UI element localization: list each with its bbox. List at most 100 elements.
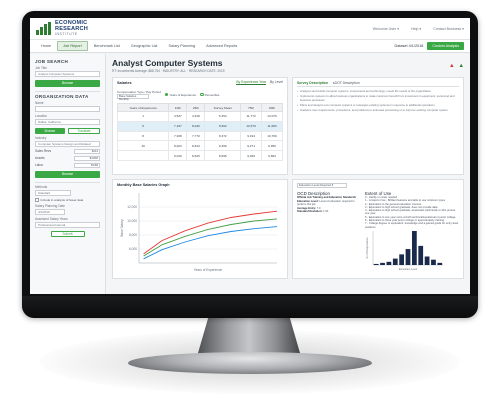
- table-cell: 7,197: [168, 120, 188, 132]
- job-title-label: Job Title: [35, 66, 47, 70]
- hist-x-label: Education Level: [399, 267, 418, 271]
- assets-row: Assets $115M: [35, 156, 100, 161]
- main-nav: Home Job Report Benchmark List Geographi…: [30, 40, 470, 53]
- table-cell: 9,271: [240, 140, 263, 152]
- ocd-line: Standard Deviation: 1.54: [297, 210, 329, 214]
- hist-bar: [437, 262, 443, 265]
- salaries-col-header: Years of Experience: [116, 103, 170, 112]
- submit-button[interactable]: Submit: [50, 231, 85, 237]
- table-row[interactable]: 9,016 8,625 8,695 9,499 9,864: [116, 150, 283, 161]
- assessed-select[interactable]: Professional Interval: [35, 222, 100, 228]
- help-link[interactable]: Help ▾: [411, 27, 421, 31]
- radio-percentiles[interactable]: Percentiles: [200, 93, 219, 97]
- hist-bar: [373, 263, 379, 265]
- assessed-label: Assessed Salary Years: [35, 217, 68, 221]
- comp-type-select[interactable]: Base Salaries · Monthly: [117, 94, 149, 101]
- hist-bar: [386, 261, 392, 265]
- job-browse-button[interactable]: Browse: [35, 80, 100, 87]
- occupation-select[interactable]: Education Level Required ▾: [297, 183, 347, 188]
- job-search-title: JOB SEARCH: [35, 59, 69, 64]
- methods-select[interactable]: Standard: [35, 190, 71, 196]
- description-list: Analyzes and builds computer systems, co…: [297, 89, 459, 112]
- tab-salary-planning[interactable]: Salary Planning: [163, 42, 200, 50]
- sidebar: JOB SEARCH Job Title Analyst Computer Sy…: [30, 54, 106, 294]
- welcome-user-link[interactable]: Welcome User ▾: [373, 27, 399, 31]
- table-cell: 11,772: [240, 111, 263, 122]
- translate-button[interactable]: Translate: [68, 128, 100, 134]
- series-line: [143, 226, 278, 260]
- salaries-col-header: 75th: [240, 103, 263, 112]
- table-cell: 9,950: [261, 140, 283, 152]
- y-axis-label: Base Salary: [120, 219, 124, 237]
- update-browse-button[interactable]: Browse: [35, 171, 100, 178]
- assets-input[interactable]: $115M: [74, 156, 100, 161]
- labor-row: Labor $13M: [35, 163, 100, 168]
- description-panel: Survey Description sDOT Description Anal…: [292, 77, 464, 175]
- monitor-stand-base: [128, 352, 372, 374]
- x-axis-label: Years of Experience: [194, 268, 223, 272]
- hist-bar: [418, 245, 424, 265]
- table-row[interactable]: 10 8,023 8,813 9,309 9,271 9,950: [116, 140, 283, 152]
- sales-input[interactable]: $214: [74, 149, 100, 154]
- dataset-label: Dataset 4/1/2018: [394, 44, 424, 48]
- salary-planning-input[interactable]: 4/1/2019: [35, 209, 65, 215]
- salaries-panel: Salaries By Experience Year By Level Com…: [112, 77, 288, 175]
- hist-bar: [392, 258, 398, 265]
- y-tick-label: 10,000: [127, 219, 137, 223]
- salaries-col-header: 10th: [168, 103, 188, 112]
- education-histogram: % of Respondents Education Level: [365, 230, 443, 271]
- logo[interactable]: ECONOMIC RESEARCH INSTITUTE: [55, 20, 88, 36]
- tab-home[interactable]: Home: [36, 42, 56, 50]
- table-cell: 8,023: [168, 140, 188, 152]
- by-level-toggle[interactable]: By Level: [270, 80, 283, 85]
- table-cell: 9,864: [261, 150, 283, 161]
- y-tick-label: 12,000: [127, 205, 137, 209]
- tab-sdot-description[interactable]: sDOT Description: [333, 81, 360, 85]
- table-cell: 8,962: [204, 120, 242, 132]
- app-header: ECONOMIC RESEARCH INSTITUTE Welcome User…: [30, 18, 470, 40]
- salary-planning-label: Salary Planning Date: [35, 204, 65, 208]
- tab-advanced-reports[interactable]: Advanced Reports: [201, 42, 242, 50]
- page-subtitle: RT: Incumbents Average: $88,754 · INDUST…: [112, 69, 225, 73]
- table-cell: 9,499: [240, 150, 263, 161]
- location-input[interactable]: Dallas, California: [35, 119, 100, 125]
- table-cell: 7,770: [186, 130, 206, 142]
- name-label: Name: [35, 101, 44, 105]
- industry-input[interactable]: Computer Systems Design and Related: [35, 141, 100, 147]
- tab-benchmark-list[interactable]: Benchmark List: [89, 42, 125, 50]
- radio-years[interactable]: Years of Experience: [164, 93, 196, 97]
- salaries-col-header: Survey Mean: [204, 103, 242, 112]
- monitor-photo: ECONOMIC RESEARCH INSTITUTE Welcome User…: [0, 0, 496, 398]
- pdf-export-icon[interactable]: ▲: [449, 63, 454, 70]
- table-cell: 4,537: [168, 111, 188, 122]
- table-cell: 7,938: [168, 130, 188, 142]
- app-screen: ECONOMIC RESEARCH INSTITUTE Welcome User…: [30, 18, 470, 294]
- by-experience-toggle[interactable]: By Experience Year: [236, 80, 266, 85]
- salaries-col-header: 25th: [186, 103, 206, 112]
- table-cell: 5: [116, 120, 170, 132]
- table-row[interactable]: 5 7,197 8,040 8,962 10,579 11,683: [116, 120, 283, 132]
- excel-export-icon[interactable]: ▲: [459, 63, 464, 70]
- hist-bar: [411, 230, 417, 265]
- tab-geographic-list[interactable]: Geographic List: [126, 42, 163, 50]
- hist-bar: [424, 256, 430, 265]
- methods-checkbox[interactable]: Include in analysis of fewer data: [35, 198, 100, 202]
- table-cell: 8,625: [186, 150, 206, 161]
- location-browse-button[interactable]: Browse: [35, 128, 65, 134]
- y-tick-label: 8,000: [129, 233, 137, 237]
- salaries-col-header: 90th: [261, 103, 283, 112]
- job-title-input[interactable]: Analyst Computer Systems: [35, 71, 100, 77]
- tab-survey-description[interactable]: Survey Description: [297, 81, 328, 85]
- occupation-panel: Education Level Required ▾ OCD Descripti…: [292, 179, 464, 279]
- name-input[interactable]: [35, 106, 100, 112]
- labor-input[interactable]: $13M: [74, 163, 100, 168]
- table-cell: 8,813: [186, 140, 206, 152]
- table-row[interactable]: 8 7,938 7,770 8,372 9,194 10,769: [116, 130, 283, 142]
- contact-link[interactable]: Contact Business ▾: [433, 27, 464, 31]
- description-item: Analyzes and builds computer systems, co…: [297, 89, 459, 93]
- custom-analysis-button[interactable]: Custom Analysis: [427, 42, 464, 50]
- location-label: Location: [35, 114, 48, 118]
- tab-job-report[interactable]: Job Report: [57, 41, 88, 51]
- table-row[interactable]: 1 4,537 4,918 5,354 11,772 13,079: [116, 111, 283, 122]
- org-data-title: ORGANIZATION DATA: [35, 94, 89, 99]
